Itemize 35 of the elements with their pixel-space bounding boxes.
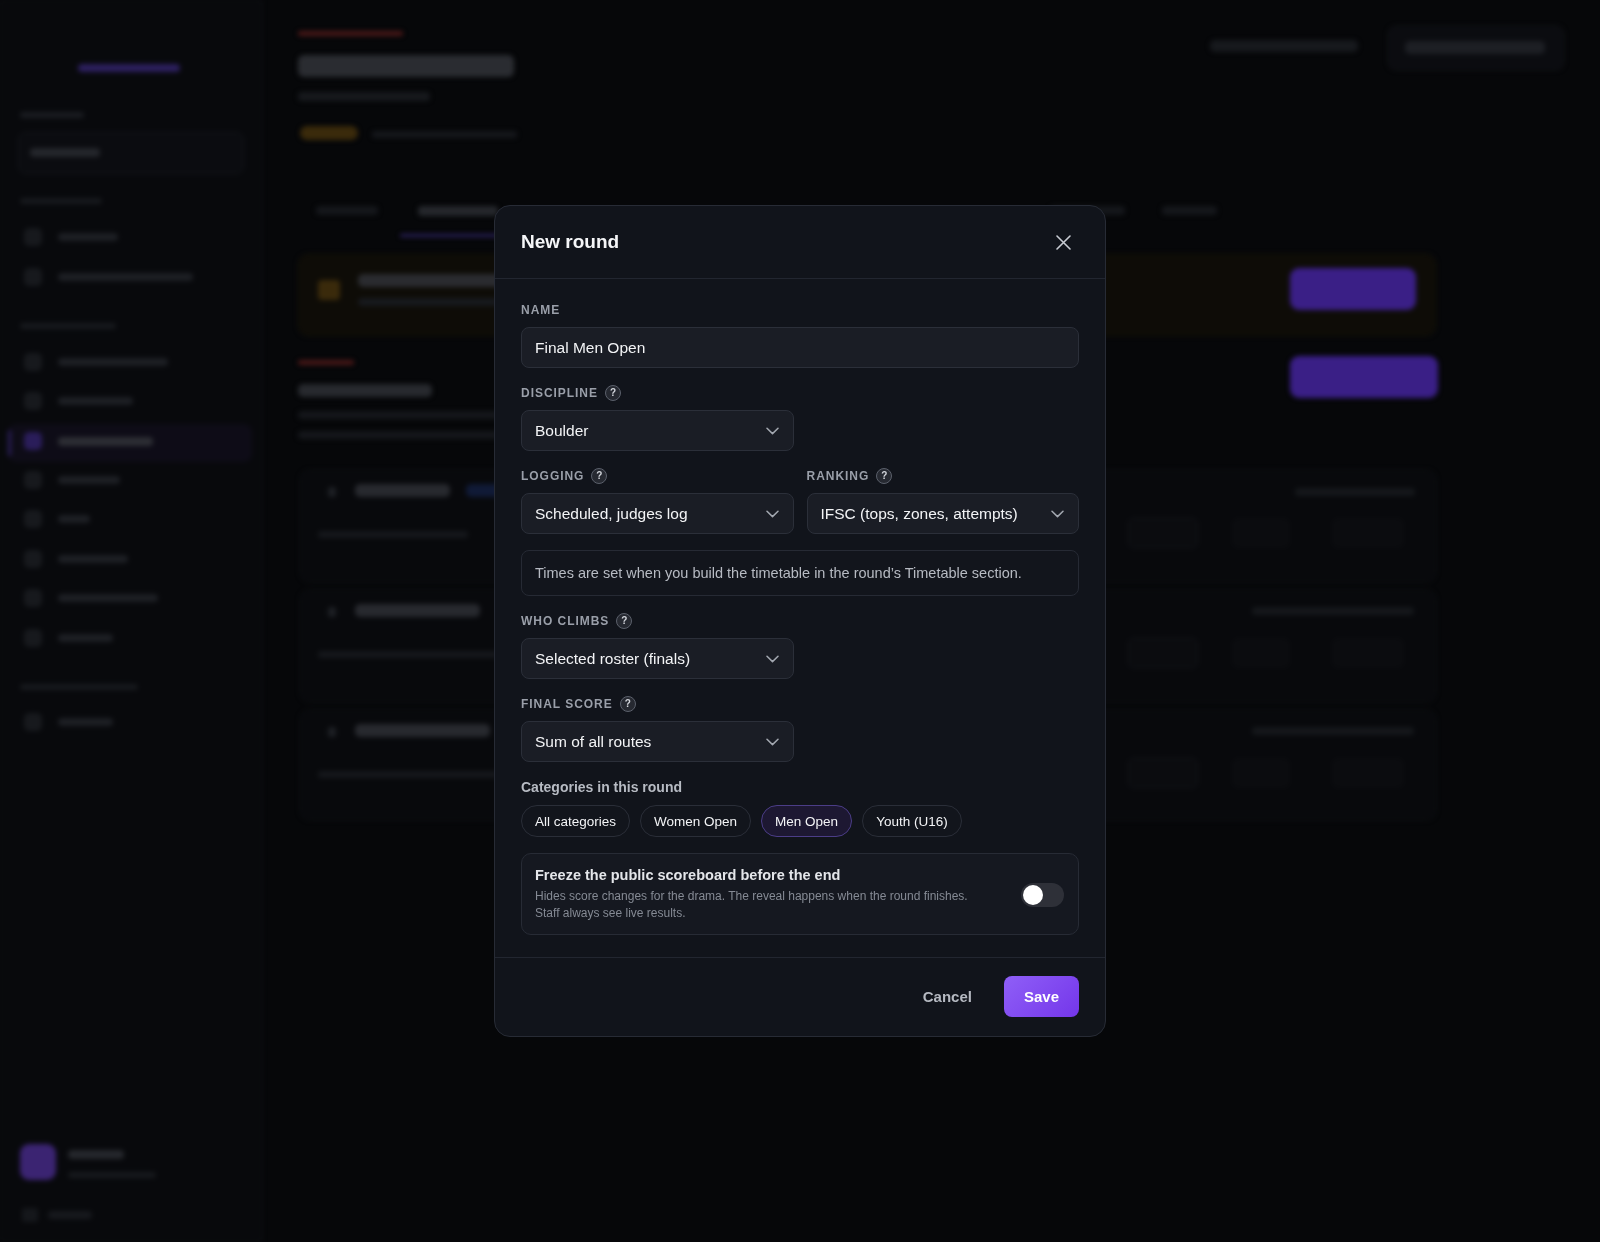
category-chip[interactable]: Men Open (761, 805, 853, 837)
help-icon[interactable]: ? (619, 696, 636, 712)
help-icon[interactable]: ? (604, 385, 621, 401)
dropdown[interactable]: Boulder (521, 410, 794, 451)
field-label: WHO CLIMBS (521, 614, 610, 628)
info-note: Times are set when you build the timetable in the round’s Timetable section. (521, 550, 1079, 596)
help-icon[interactable]: ? (591, 468, 608, 484)
section-label: Categories in this round (521, 778, 683, 796)
category-chip[interactable]: Youth (U16) (862, 805, 962, 837)
category-chip[interactable]: Women Open (640, 805, 752, 837)
field-label: FINAL SCORE (521, 697, 613, 711)
dropdown[interactable]: Selected roster (finals) (521, 638, 794, 679)
setting-title: Freeze the public scoreboard before the end (535, 867, 842, 883)
chevron-down-icon (765, 654, 779, 663)
chevron-down-icon (1051, 509, 1064, 518)
dropdown[interactable]: Sum of all routes (521, 721, 794, 762)
dialog-title: New round (521, 231, 620, 253)
chevron-down-icon (765, 509, 779, 518)
close-icon[interactable] (1056, 234, 1071, 250)
field-label: LOGGING (521, 469, 585, 483)
primary-button[interactable]: Save (1003, 976, 1079, 1017)
chevron-down-icon (765, 426, 779, 435)
text-input[interactable]: Final Men Open (521, 327, 1079, 368)
category-chip[interactable]: All categories (521, 805, 631, 837)
field-label: DISCIPLINE (521, 386, 598, 400)
chevron-down-icon (765, 737, 779, 746)
help-icon[interactable]: ? (876, 468, 893, 484)
setting-description: Hides score changes for the drama. The reveal happens when the round finishes. Staff always see live results. (535, 888, 969, 922)
help-icon[interactable]: ? (616, 613, 633, 629)
dropdown[interactable]: Scheduled, judges log (521, 493, 794, 534)
text-button[interactable]: Cancel (922, 988, 972, 1005)
toggle-switch[interactable] (1021, 882, 1064, 907)
field-label: RANKING (806, 469, 870, 483)
dropdown[interactable]: IFSC (tops, zones, attempts) (806, 493, 1079, 534)
field-label: NAME (521, 303, 561, 317)
